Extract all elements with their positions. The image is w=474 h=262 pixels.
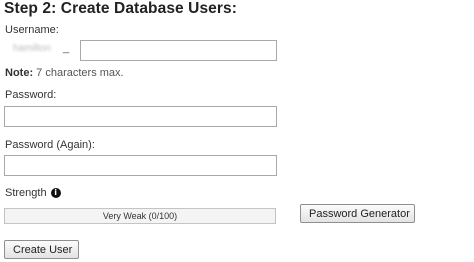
strength-row: Strength i bbox=[5, 187, 61, 199]
create-user-button[interactable]: Create User bbox=[4, 240, 79, 259]
create-database-users-form: Step 2: Create Database Users: Username:… bbox=[0, 0, 474, 262]
password-strength-meter: Very Weak (0/100) bbox=[4, 208, 276, 224]
info-icon[interactable]: i bbox=[50, 188, 61, 198]
strength-text: Very Weak (0/100) bbox=[102, 211, 178, 221]
note-label: Note: bbox=[5, 67, 34, 79]
password-label: Password: bbox=[5, 89, 57, 101]
username-prefix: hamilton bbox=[13, 43, 51, 54]
username-separator: _ bbox=[63, 42, 70, 54]
strength-label: Strength bbox=[5, 187, 47, 199]
username-input[interactable] bbox=[80, 40, 277, 61]
password-input[interactable] bbox=[4, 106, 277, 127]
password-again-input[interactable] bbox=[4, 155, 277, 176]
page-title: Step 2: Create Database Users: bbox=[4, 0, 238, 17]
username-note: Note: 7 characters max. bbox=[5, 67, 124, 79]
note-text: 7 characters max. bbox=[33, 67, 124, 79]
password-again-label: Password (Again): bbox=[5, 139, 95, 151]
password-generator-button[interactable]: Password Generator bbox=[300, 204, 415, 223]
username-label: Username: bbox=[5, 24, 59, 36]
